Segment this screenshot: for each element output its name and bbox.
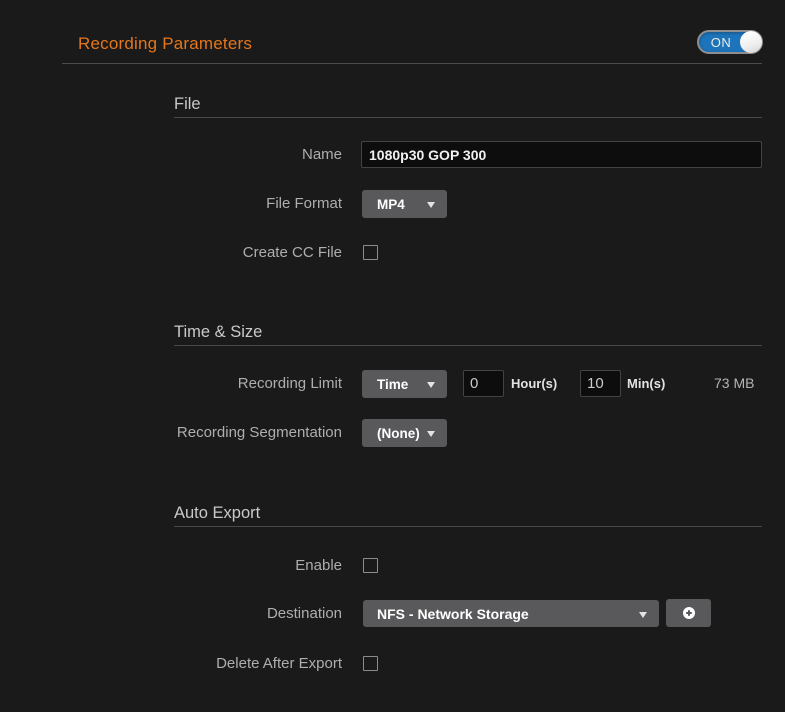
- hours-unit-label: Hour(s): [511, 370, 557, 397]
- file-section-divider: [174, 117, 762, 118]
- file-format-dropdown[interactable]: MP4: [362, 190, 447, 218]
- header-divider: [62, 63, 762, 64]
- estimated-size-value: 73 MB: [714, 370, 754, 397]
- create-cc-label: Create CC File: [243, 245, 342, 260]
- minutes-unit-label: Min(s): [627, 370, 665, 397]
- toggle-on-label: ON: [699, 32, 743, 52]
- hours-input[interactable]: [463, 370, 504, 397]
- enable-label: Enable: [295, 558, 342, 573]
- time-size-section-divider: [174, 345, 762, 346]
- add-destination-button[interactable]: [666, 599, 711, 627]
- file-format-value: MP4: [377, 197, 405, 212]
- section-title-file: File: [174, 95, 201, 114]
- destination-caret-icon: [639, 612, 647, 618]
- recording-toggle[interactable]: ON: [697, 30, 763, 54]
- section-title-auto-export: Auto Export: [174, 504, 260, 523]
- recording-segmentation-caret-icon: [427, 431, 435, 437]
- delete-after-export-label: Delete After Export: [216, 656, 342, 671]
- recording-limit-type-dropdown[interactable]: Time: [362, 370, 447, 398]
- recording-limit-label: Recording Limit: [238, 370, 342, 398]
- name-label: Name: [302, 141, 342, 168]
- plus-circle-icon: [681, 605, 697, 621]
- destination-value: NFS - Network Storage: [377, 606, 529, 622]
- recording-limit-caret-icon: [427, 382, 435, 388]
- create-cc-checkbox[interactable]: [363, 245, 378, 260]
- name-input[interactable]: [361, 141, 762, 168]
- recording-limit-type-value: Time: [377, 377, 408, 392]
- toggle-knob[interactable]: [740, 31, 762, 53]
- enable-checkbox[interactable]: [363, 558, 378, 573]
- section-title-time-size: Time & Size: [174, 323, 262, 342]
- delete-after-export-checkbox[interactable]: [363, 656, 378, 671]
- recording-segmentation-label: Recording Segmentation: [177, 419, 342, 447]
- auto-export-section-divider: [174, 526, 762, 527]
- file-format-label: File Format: [266, 190, 342, 218]
- destination-label: Destination: [267, 600, 342, 627]
- recording-segmentation-dropdown[interactable]: (None): [362, 419, 447, 447]
- file-format-caret-icon: [427, 202, 435, 208]
- page-title: Recording Parameters: [78, 34, 252, 54]
- destination-dropdown[interactable]: NFS - Network Storage: [363, 600, 659, 627]
- recording-segmentation-value: (None): [377, 426, 420, 441]
- minutes-input[interactable]: [580, 370, 621, 397]
